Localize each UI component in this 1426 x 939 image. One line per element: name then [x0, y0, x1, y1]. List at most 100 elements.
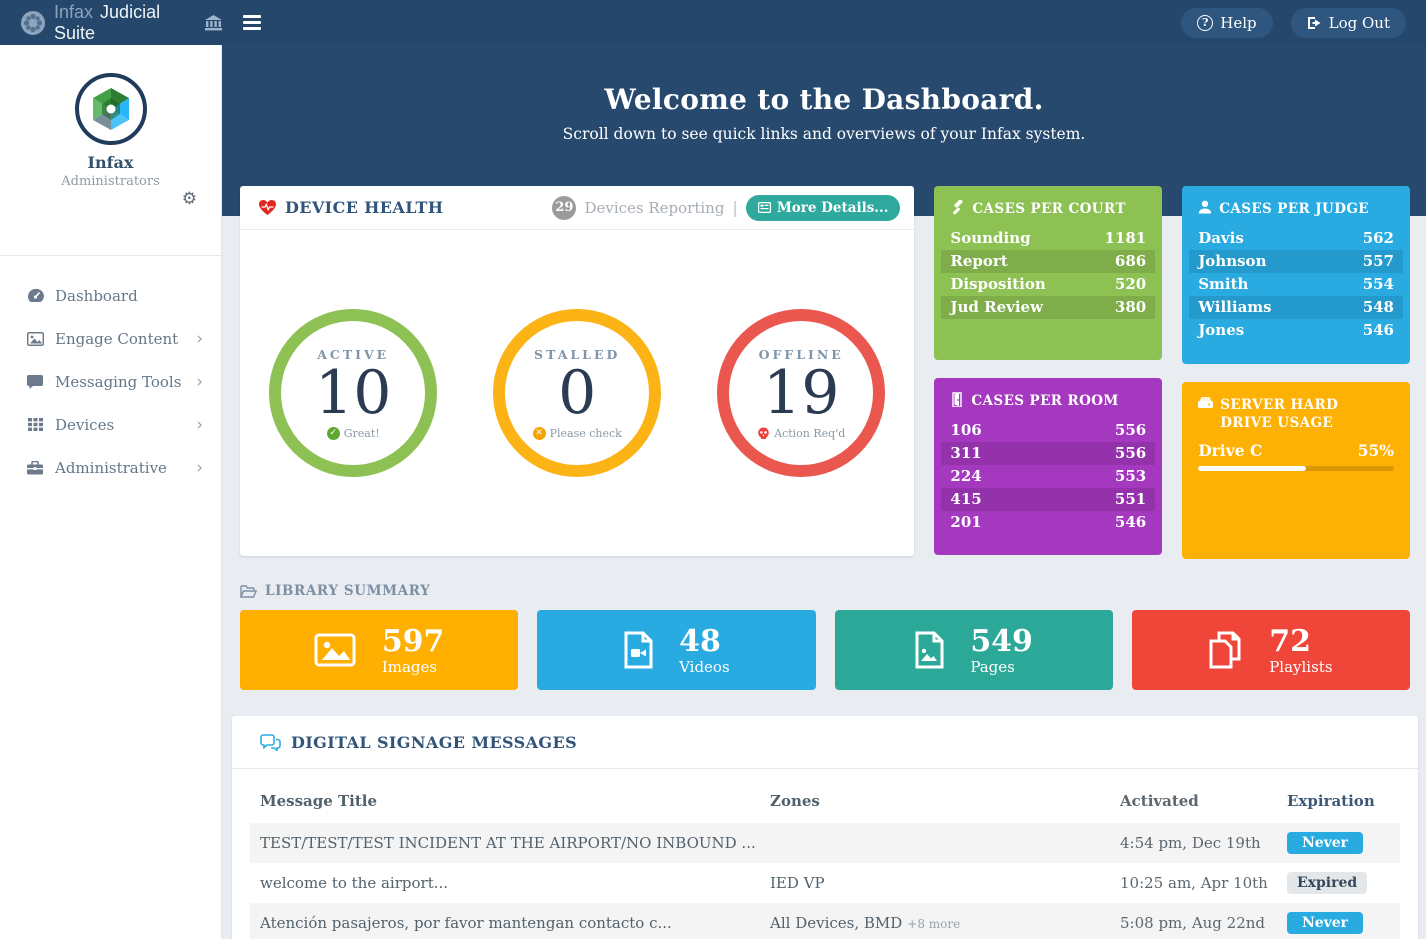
brand[interactable]: Infax Judicial Suite — [0, 2, 222, 44]
column-header[interactable]: Activated — [1120, 792, 1287, 810]
sidebar-item-messaging-tools[interactable]: Messaging Tools › — [0, 360, 221, 403]
table-row[interactable]: TEST/TEST/TEST INCIDENT AT THE AIRPORT/N… — [250, 823, 1400, 863]
card-count: 597 — [382, 625, 445, 658]
courthouse-icon — [205, 15, 222, 31]
digital-signage-panel: DIGITAL SIGNAGE MESSAGES Message Title Z… — [232, 716, 1418, 939]
top-navbar: Infax Judicial Suite ? Help Log Out — [0, 0, 1426, 45]
details-icon — [758, 202, 771, 213]
sidebar-item-label: Dashboard — [55, 287, 138, 305]
card-label: Playlists — [1269, 658, 1332, 676]
card-label: Images — [382, 658, 445, 676]
panel-title: CASES PER COURT — [972, 200, 1125, 218]
panel-title: DEVICE HEALTH — [285, 198, 443, 217]
expiration-badge[interactable]: Expired — [1287, 872, 1367, 894]
video-file-icon — [623, 631, 653, 669]
page-subtitle: Scroll down to see quick links and overv… — [222, 125, 1426, 143]
stat-row: 106556 — [941, 419, 1155, 442]
stalled-devices-circle[interactable]: STALLED 0 ✕ Please check — [493, 309, 661, 477]
briefcase-icon — [25, 461, 45, 475]
message-activated: 10:25 am, Apr 10th — [1120, 874, 1287, 892]
folder-open-icon — [240, 585, 257, 598]
user-name: Infax — [0, 153, 221, 172]
card-count: 48 — [679, 625, 730, 658]
skull-icon — [757, 427, 770, 440]
chevron-right-icon: › — [196, 329, 203, 349]
stat-value: 19 — [763, 362, 839, 425]
table-header-row: Message Title Zones Activated Expiration — [250, 779, 1400, 823]
gavel-icon — [950, 200, 965, 215]
column-header[interactable]: Expiration — [1287, 792, 1375, 810]
panel-title: CASES PER JUDGE — [1219, 200, 1369, 218]
door-icon — [950, 392, 964, 407]
column-header[interactable]: Message Title — [250, 792, 770, 810]
panel-title: CASES PER ROOM — [971, 392, 1118, 410]
card-count: 72 — [1269, 625, 1332, 658]
devices-reporting-label: Devices Reporting — [584, 199, 724, 217]
sidebar-item-dashboard[interactable]: Dashboard — [0, 274, 221, 317]
logout-icon — [1307, 16, 1322, 30]
stat-row: 224553 — [941, 465, 1155, 488]
stat-row: Report686 — [941, 250, 1155, 273]
stat-row: 201546 — [941, 511, 1155, 534]
user-icon — [1198, 200, 1212, 214]
menu-toggle-icon[interactable] — [243, 15, 261, 30]
help-button[interactable]: ? Help — [1181, 8, 1272, 38]
drive-percent: 55% — [1358, 441, 1394, 460]
section-title: DIGITAL SIGNAGE MESSAGES — [291, 733, 577, 752]
logout-label: Log Out — [1329, 14, 1390, 32]
active-devices-circle[interactable]: ACTIVE 10 ✓ Great! — [269, 309, 437, 477]
sidebar-nav: Dashboard Engage Content › Messaging Too… — [0, 256, 221, 489]
check-circle-icon: ✓ — [327, 427, 340, 440]
profile-section: Infax ⚙ Administrators — [0, 73, 221, 256]
expiration-badge[interactable]: Never — [1287, 912, 1363, 934]
stat-row: Smith554 — [1189, 273, 1403, 296]
pages-card[interactable]: 549 Pages — [835, 610, 1113, 690]
column-header[interactable]: Zones — [770, 792, 1120, 810]
stat-value: 10 — [315, 362, 391, 425]
message-title: TEST/TEST/TEST INCIDENT AT THE AIRPORT/N… — [250, 834, 770, 852]
expiration-badge[interactable]: Never — [1287, 832, 1363, 854]
stat-row: 311556 — [941, 442, 1155, 465]
images-card[interactable]: 597 Images — [240, 610, 518, 690]
server-usage-panel: SERVER HARD DRIVE USAGE Drive C 55% — [1182, 382, 1410, 559]
chevron-right-icon: › — [196, 372, 203, 392]
playlists-card[interactable]: 72 Playlists — [1132, 610, 1410, 690]
dashboard-gauge-icon — [25, 288, 45, 303]
message-zones: All Devices, BMD+8 more — [770, 914, 1120, 932]
section-title: LIBRARY SUMMARY — [265, 583, 430, 599]
stat-status: Please check — [550, 427, 622, 440]
stat-row: Jud Review380 — [941, 296, 1155, 319]
card-label: Pages — [970, 658, 1033, 676]
hero-text: Welcome to the Dashboard. Scroll down to… — [222, 45, 1426, 143]
avatar[interactable] — [75, 73, 147, 145]
logout-button[interactable]: Log Out — [1291, 8, 1406, 38]
table-row[interactable]: welcome to the airport... IED VP 10:25 a… — [250, 863, 1400, 903]
settings-gear-icon[interactable]: ⚙ — [182, 189, 197, 209]
stat-row: Johnson557 — [1189, 250, 1403, 273]
message-activated: 5:08 pm, Aug 22nd — [1120, 914, 1287, 932]
message-title: welcome to the airport... — [250, 874, 770, 892]
heartbeat-icon — [258, 199, 277, 216]
devices-count-badge: 29 — [552, 196, 576, 220]
hdd-icon — [1198, 397, 1213, 409]
table-row[interactable]: Atención pasajeros, por favor mantengan … — [250, 903, 1400, 939]
sidebar-item-label: Messaging Tools — [55, 373, 181, 391]
device-health-panel: DEVICE HEALTH 29 Devices Reporting | Mor… — [240, 186, 914, 556]
card-label: Videos — [679, 658, 730, 676]
offline-devices-circle[interactable]: OFFLINE 19 Action Req'd — [717, 309, 885, 477]
stat-row: Williams548 — [1189, 296, 1403, 319]
page-title: Welcome to the Dashboard. — [222, 83, 1426, 116]
sidebar-item-devices[interactable]: Devices › — [0, 403, 221, 446]
cases-per-judge-panel: CASES PER JUDGE Davis562 Johnson557 Smit… — [1182, 186, 1410, 364]
sidebar-item-administrative[interactable]: Administrative › — [0, 446, 221, 489]
playlists-icon — [1209, 631, 1243, 669]
stat-row: 415551 — [941, 488, 1155, 511]
sidebar-item-engage-content[interactable]: Engage Content › — [0, 317, 221, 360]
message-activated: 4:54 pm, Dec 19th — [1120, 834, 1287, 852]
drive-usage-bar — [1198, 466, 1394, 471]
more-details-button[interactable]: More Details... — [746, 195, 901, 221]
message-title: Atención pasajeros, por favor mantengan … — [250, 914, 770, 932]
cases-per-court-panel: CASES PER COURT Sounding1181 Report686 D… — [934, 186, 1162, 360]
videos-card[interactable]: 48 Videos — [537, 610, 815, 690]
stat-status: Action Req'd — [774, 427, 845, 440]
